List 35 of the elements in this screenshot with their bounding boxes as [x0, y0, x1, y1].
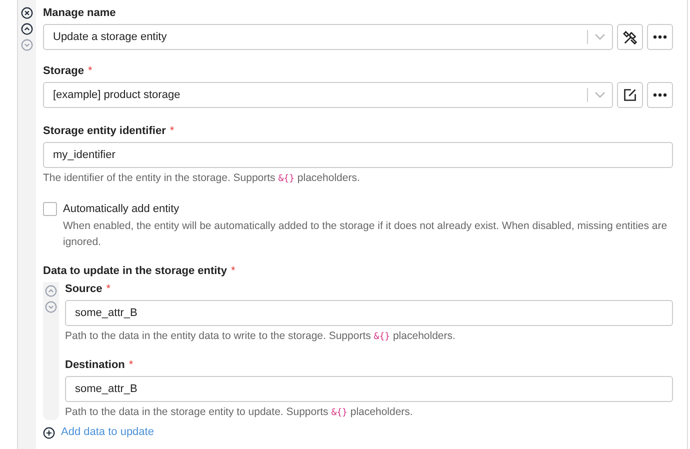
text-field[interactable]: my_identifier	[43, 142, 673, 168]
help-text: The identifier of the entity in the storage. Supports &{} placeholders.	[43, 171, 361, 186]
field-label: Destination	[65, 358, 125, 372]
text-field[interactable]: some_attr_B	[65, 376, 673, 402]
field-label: Storage entity identifier	[43, 124, 166, 138]
required-marker: *	[230, 264, 236, 278]
close-icon[interactable]	[21, 7, 33, 19]
tools-icon	[622, 30, 638, 44]
more-icon	[653, 93, 667, 97]
chevron-up-icon[interactable]	[21, 23, 33, 35]
field-label: Source	[65, 282, 102, 296]
select-field[interactable]: Update a storage entity	[43, 24, 613, 50]
help-text: Path to the data in the storage entity to update. Supports &{} placeholders.	[65, 405, 414, 420]
checkbox[interactable]	[43, 202, 57, 216]
help-text: Path to the data in the entity data to write to the storage. Supports &{} placeholders.	[65, 329, 456, 344]
chevron-down-icon	[594, 33, 606, 41]
checkbox-label: Automatically add entity	[63, 202, 180, 216]
required-marker: *	[106, 282, 111, 296]
more-button[interactable]	[647, 82, 673, 108]
add-icon[interactable]	[43, 426, 55, 438]
more-icon	[653, 35, 667, 39]
edit-button[interactable]	[617, 82, 643, 108]
required-marker: *	[170, 124, 174, 138]
section-label: Data to update in the storage entity	[43, 264, 227, 278]
field-label: Storage	[43, 64, 84, 78]
checkbox-description: When enabled, the entity will be automatically added to the storage if it does not already exist. When disabled, missing entities are ignored.	[63, 219, 668, 250]
select-field[interactable]: [example] product storage	[43, 82, 613, 108]
more-button[interactable]	[647, 24, 673, 50]
required-marker: *	[128, 358, 134, 372]
field-label: Manage name	[43, 6, 116, 20]
text-field[interactable]: some_attr_B	[65, 300, 673, 326]
required-marker: *	[88, 64, 92, 78]
tools-button[interactable]	[617, 24, 643, 50]
edit-icon	[623, 88, 637, 102]
chevron-down-icon	[594, 91, 606, 99]
